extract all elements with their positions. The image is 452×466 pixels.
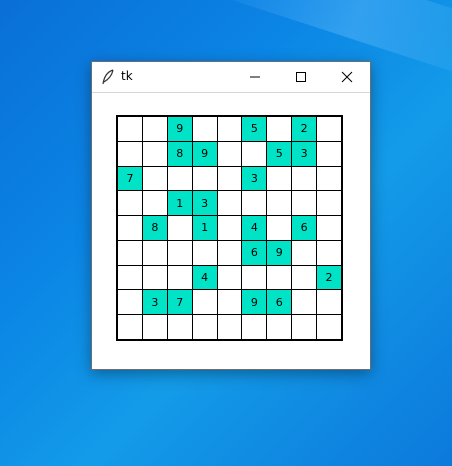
sudoku-cell-r3-c2[interactable] xyxy=(142,166,167,191)
close-button[interactable] xyxy=(324,62,370,92)
sudoku-cell-r5-c4[interactable]: 1 xyxy=(192,216,217,240)
sudoku-cell-r1-c4[interactable] xyxy=(192,117,217,141)
sudoku-cell-r5-c6[interactable]: 4 xyxy=(242,216,267,240)
tk-window: tk 95289537313814669423796 xyxy=(91,61,371,370)
minimize-button[interactable] xyxy=(232,62,278,92)
sudoku-cell-r5-c7[interactable] xyxy=(267,216,292,240)
sudoku-cell-r8-c3[interactable]: 7 xyxy=(167,290,192,315)
sudoku-cell-r8-c6[interactable]: 9 xyxy=(242,290,267,315)
sudoku-cell-r1-c6[interactable]: 5 xyxy=(242,117,267,141)
sudoku-cell-r4-c2[interactable] xyxy=(142,191,167,216)
sudoku-cell-r5-c9[interactable] xyxy=(317,216,341,240)
sudoku-cell-r1-c5[interactable] xyxy=(217,117,242,141)
sudoku-cell-r9-c6[interactable] xyxy=(242,315,267,339)
sudoku-cell-r9-c2[interactable] xyxy=(142,315,167,339)
sudoku-cell-r6-c2[interactable] xyxy=(142,240,167,265)
sudoku-cell-r6-c9[interactable] xyxy=(317,240,341,265)
title-bar[interactable]: tk xyxy=(92,62,370,93)
sudoku-cell-r3-c1[interactable]: 7 xyxy=(118,166,142,191)
sudoku-cell-r5-c1[interactable] xyxy=(118,216,142,240)
sudoku-cell-r6-c3[interactable] xyxy=(167,240,192,265)
sudoku-cell-r4-c7[interactable] xyxy=(267,191,292,216)
maximize-button[interactable] xyxy=(278,62,324,92)
maximize-icon xyxy=(295,71,307,83)
sudoku-cell-r2-c9[interactable] xyxy=(317,141,341,166)
sudoku-cell-r2-c5[interactable] xyxy=(217,141,242,166)
sudoku-cell-r9-c4[interactable] xyxy=(192,315,217,339)
sudoku-cell-r5-c8[interactable]: 6 xyxy=(292,216,317,240)
sudoku-cell-r4-c3[interactable]: 1 xyxy=(167,191,192,216)
sudoku-cell-r8-c5[interactable] xyxy=(217,290,242,315)
sudoku-cell-r1-c3[interactable]: 9 xyxy=(167,117,192,141)
sudoku-cell-r7-c9[interactable]: 2 xyxy=(317,265,341,290)
sudoku-cell-r7-c3[interactable] xyxy=(167,265,192,290)
sudoku-cell-r1-c2[interactable] xyxy=(142,117,167,141)
sudoku-cell-r4-c1[interactable] xyxy=(118,191,142,216)
sudoku-cell-r6-c1[interactable] xyxy=(118,240,142,265)
window-title: tk xyxy=(121,69,133,83)
sudoku-cell-r1-c7[interactable] xyxy=(267,117,292,141)
sudoku-cell-r6-c4[interactable] xyxy=(192,240,217,265)
sudoku-cell-r7-c7[interactable] xyxy=(267,265,292,290)
sudoku-cell-r3-c4[interactable] xyxy=(192,166,217,191)
sudoku-cell-r9-c8[interactable] xyxy=(292,315,317,339)
feather-icon xyxy=(101,69,115,85)
sudoku-cell-r6-c7[interactable]: 9 xyxy=(267,240,292,265)
sudoku-cell-r4-c6[interactable] xyxy=(242,191,267,216)
sudoku-cell-r1-c1[interactable] xyxy=(118,117,142,141)
sudoku-cell-r2-c3[interactable]: 8 xyxy=(167,141,192,166)
sudoku-cell-r5-c3[interactable] xyxy=(167,216,192,240)
sudoku-cell-r4-c8[interactable] xyxy=(292,191,317,216)
sudoku-cell-r6-c6[interactable]: 6 xyxy=(242,240,267,265)
sudoku-grid: 95289537313814669423796 xyxy=(116,115,343,341)
window-client-area: 95289537313814669423796 xyxy=(93,93,369,368)
sudoku-cell-r3-c7[interactable] xyxy=(267,166,292,191)
sudoku-cell-r2-c1[interactable] xyxy=(118,141,142,166)
close-icon xyxy=(341,71,353,83)
sudoku-cell-r7-c2[interactable] xyxy=(142,265,167,290)
sudoku-cell-r7-c5[interactable] xyxy=(217,265,242,290)
sudoku-cell-r7-c4[interactable]: 4 xyxy=(192,265,217,290)
sudoku-cell-r2-c7[interactable]: 5 xyxy=(267,141,292,166)
sudoku-cell-r8-c4[interactable] xyxy=(192,290,217,315)
sudoku-cell-r9-c3[interactable] xyxy=(167,315,192,339)
sudoku-cell-r2-c4[interactable]: 9 xyxy=(192,141,217,166)
sudoku-cell-r5-c5[interactable] xyxy=(217,216,242,240)
sudoku-cell-r4-c9[interactable] xyxy=(317,191,341,216)
sudoku-cell-r9-c9[interactable] xyxy=(317,315,341,339)
sudoku-cell-r8-c1[interactable] xyxy=(118,290,142,315)
sudoku-cell-r8-c7[interactable]: 6 xyxy=(267,290,292,315)
sudoku-cell-r5-c2[interactable]: 8 xyxy=(142,216,167,240)
sudoku-cell-r3-c5[interactable] xyxy=(217,166,242,191)
sudoku-cell-r6-c8[interactable] xyxy=(292,240,317,265)
sudoku-cell-r2-c2[interactable] xyxy=(142,141,167,166)
sudoku-cell-r3-c6[interactable]: 3 xyxy=(242,166,267,191)
sudoku-cell-r8-c8[interactable] xyxy=(292,290,317,315)
sudoku-cell-r8-c2[interactable]: 3 xyxy=(142,290,167,315)
sudoku-cell-r9-c7[interactable] xyxy=(267,315,292,339)
sudoku-cell-r4-c4[interactable]: 3 xyxy=(192,191,217,216)
sudoku-cell-r7-c8[interactable] xyxy=(292,265,317,290)
sudoku-cell-r1-c8[interactable]: 2 xyxy=(292,117,317,141)
sudoku-cell-r3-c3[interactable] xyxy=(167,166,192,191)
sudoku-cell-r3-c8[interactable] xyxy=(292,166,317,191)
sudoku-cell-r8-c9[interactable] xyxy=(317,290,341,315)
sudoku-cell-r7-c6[interactable] xyxy=(242,265,267,290)
sudoku-cell-r6-c5[interactable] xyxy=(217,240,242,265)
sudoku-cell-r2-c8[interactable]: 3 xyxy=(292,141,317,166)
sudoku-cell-r1-c9[interactable] xyxy=(317,117,341,141)
sudoku-cell-r9-c1[interactable] xyxy=(118,315,142,339)
sudoku-cell-r4-c5[interactable] xyxy=(217,191,242,216)
minimize-icon xyxy=(249,71,261,83)
sudoku-cell-r9-c5[interactable] xyxy=(217,315,242,339)
sudoku-cell-r7-c1[interactable] xyxy=(118,265,142,290)
sudoku-cell-r2-c6[interactable] xyxy=(242,141,267,166)
sudoku-cell-r3-c9[interactable] xyxy=(317,166,341,191)
